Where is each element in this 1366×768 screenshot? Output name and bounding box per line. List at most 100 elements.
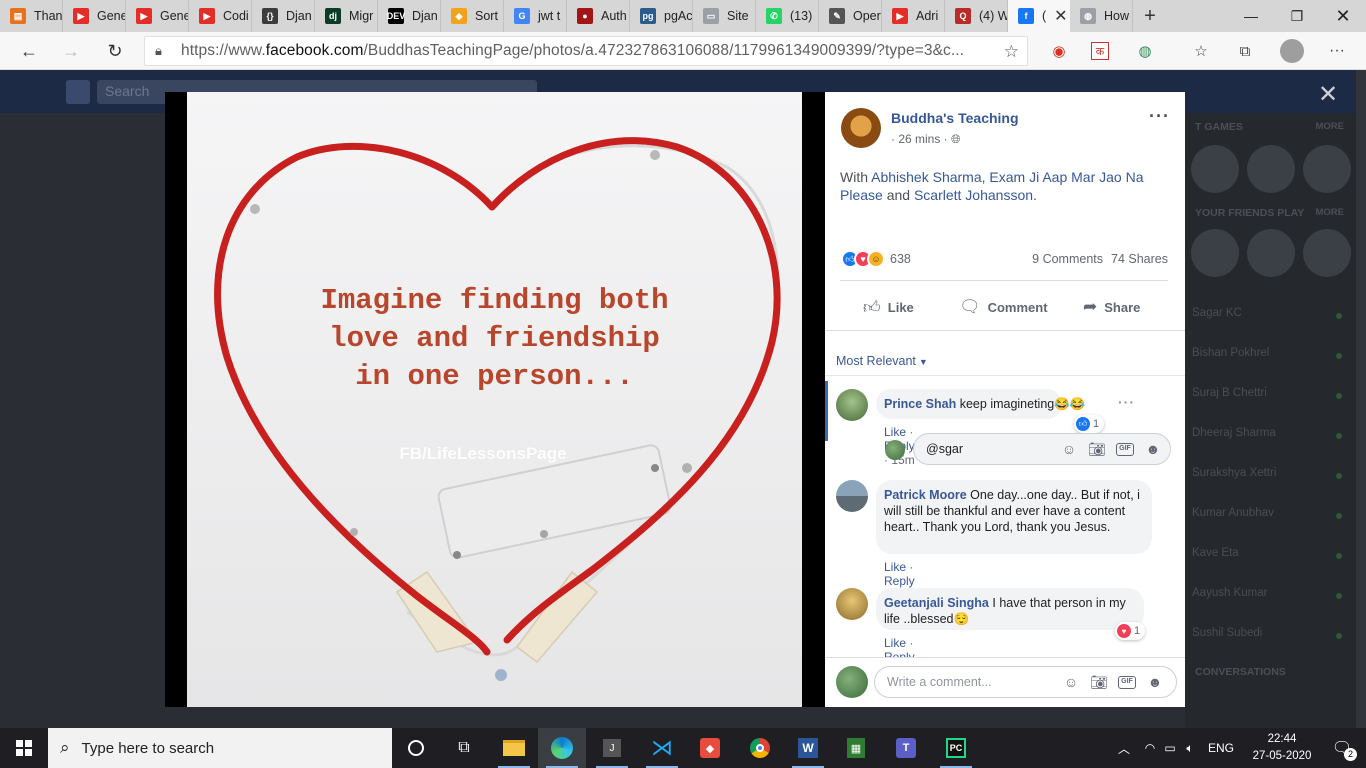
tagged-person-link[interactable]: Abhishek Sharma	[871, 169, 982, 185]
back-arrow-icon[interactable]: ←	[14, 37, 44, 65]
restore-icon[interactable]: ❐	[1274, 0, 1320, 32]
comment-author-link[interactable]: Geetanjali Singha	[884, 596, 989, 610]
comment-button[interactable]: 🗨︎ Comment	[959, 292, 1048, 322]
minimize-icon[interactable]: —	[1228, 0, 1274, 32]
browser-tab[interactable]: ◆ Sort	[441, 0, 504, 32]
extension-hindi-icon[interactable]: क	[1091, 42, 1109, 60]
browser-tab[interactable]: ◍ How	[1070, 0, 1133, 32]
notifications-icon[interactable]: 🗨︎ 2	[1318, 728, 1366, 768]
cortana-icon[interactable]	[392, 728, 440, 768]
browser-tab[interactable]: ▶ Adri	[882, 0, 945, 32]
address-bar[interactable]: 🔒︎ https://www.facebook.com/BuddhasTeach…	[144, 36, 1028, 66]
gif-icon[interactable]: GIF	[1118, 676, 1136, 689]
browser-tab[interactable]: Gjwt t	[504, 0, 567, 32]
comment-reaction-badge[interactable]: 👍︎ 1	[1074, 415, 1105, 433]
comment-author-link[interactable]: Prince Shah	[884, 397, 956, 411]
browser-tab[interactable]: Q (4) W	[945, 0, 1008, 32]
profile-avatar-icon[interactable]	[1280, 39, 1304, 63]
commenter-avatar[interactable]	[836, 480, 868, 512]
extension-globe-icon[interactable]: ◍	[1134, 40, 1156, 62]
comment-like-link[interactable]: Like	[884, 560, 906, 574]
more-menu-icon[interactable]: ···	[1326, 40, 1348, 62]
page-avatar[interactable]	[841, 108, 881, 148]
tab-close-icon[interactable]: ✕	[1054, 6, 1067, 26]
close-viewer-icon[interactable]: ✕	[1318, 80, 1338, 109]
extension-opera-icon[interactable]: ◉	[1048, 40, 1070, 62]
window-close-icon[interactable]: ✕	[1320, 0, 1366, 32]
reply-input[interactable]: @sgar ☺ 📷︎ GIF ☻	[913, 433, 1171, 465]
page-name-link[interactable]: Buddha's Teaching	[891, 110, 1019, 126]
collections-icon[interactable]: ⧉	[1234, 40, 1256, 62]
comment-options-icon[interactable]: ···	[1118, 394, 1135, 410]
browser-tab[interactable]: pg pgAc	[630, 0, 693, 32]
browser-tab[interactable]: ▤ Than	[0, 0, 63, 32]
post-photo[interactable]: Imagine finding both love and friendship i…	[187, 92, 802, 707]
edge-browser-icon[interactable]	[538, 728, 586, 768]
browser-tab[interactable]: DEV Djan	[378, 0, 441, 32]
browser-tab[interactable]: ▶ Codi	[189, 0, 252, 32]
browser-tab[interactable]: ✎ Oper	[819, 0, 882, 32]
taskbar-search-input[interactable]: ⌕ Type here to search	[48, 728, 392, 768]
comment-reply-link[interactable]: Reply	[884, 574, 915, 588]
show-hidden-icons-icon[interactable]: ︿	[1114, 740, 1134, 757]
git-app-icon[interactable]: ◆	[686, 728, 734, 768]
task-view-icon[interactable]: ⧉	[440, 728, 488, 768]
sticker-icon[interactable]: ☻	[1146, 674, 1164, 691]
love-reaction-icon: ♥	[1117, 624, 1131, 638]
wifi-icon[interactable]: ◠	[1140, 741, 1160, 755]
comment-sort-dropdown[interactable]: Most Relevant ▼	[836, 354, 928, 368]
vscode-icon[interactable]: ⋊	[638, 728, 686, 768]
camera-icon[interactable]: 📷︎	[1088, 441, 1106, 458]
browser-tab[interactable]: ▶ Gene	[63, 0, 126, 32]
favorite-star-icon[interactable]: ☆	[1004, 42, 1019, 62]
post-more-options-icon[interactable]: ···	[1149, 106, 1170, 127]
emoji-icon[interactable]: ☺	[1062, 674, 1080, 691]
whatsapp-icon: ✆	[766, 8, 782, 24]
comment-reaction-badge[interactable]: ♥ 1	[1115, 622, 1146, 640]
tab-active[interactable]: f (✕	[1008, 0, 1070, 32]
comment-bubble: Prince Shah keep imagineting😂😂	[876, 389, 1085, 419]
camera-icon[interactable]: 📷︎	[1090, 674, 1108, 691]
comment-like-link[interactable]: Like	[884, 636, 906, 650]
browser-tab[interactable]: ● Auth	[567, 0, 630, 32]
post-timestamp[interactable]: · 26 mins · 🌐︎	[891, 132, 961, 147]
chrome-icon[interactable]	[736, 728, 784, 768]
battery-icon[interactable]: ▭	[1160, 741, 1180, 755]
commenter-avatar[interactable]	[836, 389, 868, 421]
browser-tab[interactable]: dj Migr	[315, 0, 378, 32]
volume-icon[interactable]: 🔈︎	[1180, 741, 1200, 756]
sticker-icon[interactable]: ☻	[1144, 441, 1162, 458]
browser-tab[interactable]: ✆ (13)	[756, 0, 819, 32]
file-explorer-icon[interactable]	[490, 728, 538, 768]
favorites-list-icon[interactable]: ☆	[1190, 40, 1212, 62]
page-scrollbar[interactable]	[1356, 70, 1366, 728]
system-tray: ︿ ◠ ▭ 🔈︎ ENG	[1114, 728, 1234, 768]
comments-count-link[interactable]: 9 Comments	[1032, 252, 1103, 266]
browser-tab[interactable]: ▭ Site	[693, 0, 756, 32]
taskbar-clock[interactable]: 22:44 27-05-2020	[1252, 731, 1312, 765]
shares-count-link[interactable]: 74 Shares	[1111, 252, 1168, 266]
language-indicator[interactable]: ENG	[1208, 741, 1234, 755]
speech-bubble-icon: 🗨︎	[959, 297, 981, 316]
emoji-icon[interactable]: ☺	[1060, 441, 1078, 458]
comment-input[interactable]: Write a comment... ☺ 📷︎ GIF ☻	[874, 666, 1177, 698]
word-icon[interactable]: W	[784, 728, 832, 768]
tagged-person-link[interactable]: Scarlett Johansson	[914, 187, 1033, 203]
new-tab-plus-icon[interactable]: +	[1133, 0, 1167, 32]
forward-arrow-icon[interactable]: →	[56, 37, 86, 65]
java-app-icon[interactable]: J	[588, 728, 636, 768]
pycharm-icon[interactable]: PC	[932, 728, 980, 768]
reaction-summary[interactable]: 👍︎ ♥ ☺ 638	[841, 249, 911, 269]
refresh-icon[interactable]: ↻	[100, 37, 130, 65]
online-dot-icon	[1336, 553, 1342, 559]
share-button[interactable]: ➦ Share	[1083, 292, 1140, 322]
sheets-app-icon[interactable]: ▦	[832, 728, 880, 768]
teams-icon[interactable]: T	[882, 728, 930, 768]
gif-icon[interactable]: GIF	[1116, 443, 1134, 456]
like-button[interactable]: 👍︎ Like	[863, 292, 914, 322]
comment-author-link[interactable]: Patrick Moore	[884, 488, 967, 502]
windows-start-icon[interactable]	[0, 728, 48, 768]
commenter-avatar[interactable]	[836, 588, 868, 620]
browser-tab[interactable]: {} Djan	[252, 0, 315, 32]
browser-tab[interactable]: ▶ Gene	[126, 0, 189, 32]
